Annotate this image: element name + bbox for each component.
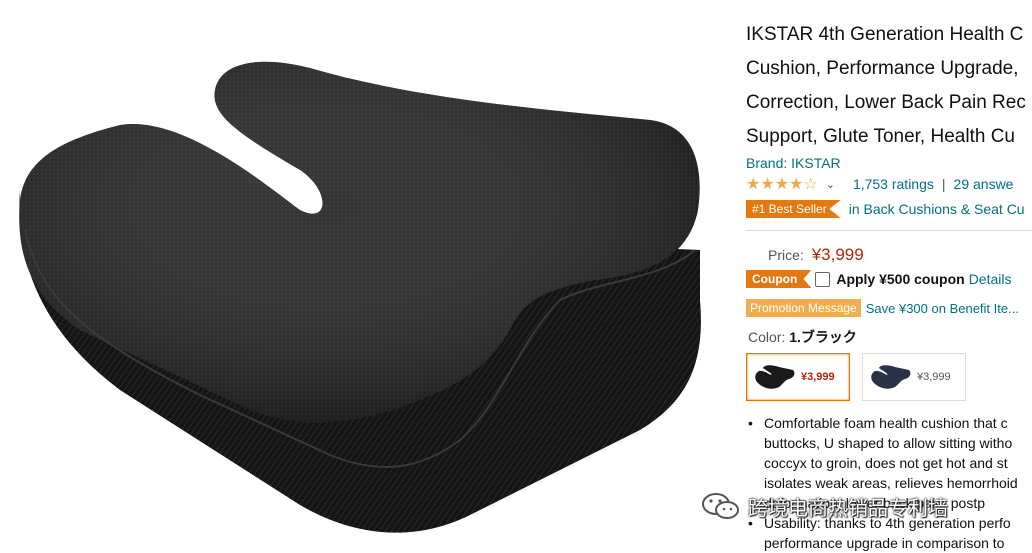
product-image[interactable] (0, 0, 735, 553)
feature-bullets: Comfortable foam health cushion that c b… (746, 413, 1032, 553)
promotion-badge: Promotion Message (746, 299, 861, 317)
price-value: ¥3,999 (811, 245, 864, 264)
wechat-icon (702, 493, 739, 519)
bullet-line: buttocks, U shaped to allow sitting with… (764, 435, 1013, 451)
bullet-line: coccyx to groin, does not get hot and st (764, 455, 1008, 471)
bullet-line: Comfortable foam health cushion that c (764, 415, 1008, 431)
bestseller-row: #1 Best Seller in Back Cushions & Seat C… (746, 200, 1025, 218)
bestseller-badge: #1 Best Seller (746, 200, 841, 218)
brand-link[interactable]: Brand: IKSTAR (746, 155, 841, 171)
cushion-thumbnail-icon (755, 365, 795, 389)
title-line: Correction, Lower Back Pain Rec (746, 92, 1026, 113)
coupon-row: Coupon Apply ¥500 coupon Details (746, 270, 1011, 288)
price-label: Price: (768, 247, 804, 263)
divider (746, 230, 1032, 231)
bullet-line: performance upgrade in comparison to (764, 535, 1005, 551)
separator: | (941, 176, 946, 192)
watermark: 跨境电商热销品专利墙 (700, 490, 948, 522)
color-label: Color: (748, 329, 786, 345)
swatch-price: ¥3,999 (917, 371, 951, 383)
rating-row: ★★★★☆ ⌄ 1,753 ratings | 29 answe (746, 174, 1013, 194)
price-row: Price: ¥3,999 (768, 245, 864, 265)
color-swatch-black[interactable]: ¥3,999 (746, 353, 850, 401)
watermark-text: 跨境电商热销品专利墙 (748, 497, 948, 520)
color-selector-label: Color: 1.ブラック (748, 327, 857, 347)
answers-link[interactable]: 29 answe (954, 176, 1014, 192)
cushion-thumbnail-icon (871, 365, 911, 389)
product-title[interactable]: IKSTAR 4th Generation Health C Cushion, … (746, 18, 1032, 154)
bestseller-category-link[interactable]: in Back Cushions & Seat Cu (849, 201, 1025, 217)
promo-row: Promotion Message Save ¥300 on Benefit I… (746, 299, 1019, 317)
coupon-details-link[interactable]: Details (969, 271, 1012, 287)
product-info-panel: IKSTAR 4th Generation Health C Cushion, … (746, 0, 1032, 553)
coupon-text[interactable]: Apply ¥500 coupon (836, 271, 964, 287)
coupon-badge: Coupon (746, 270, 812, 288)
color-value: 1.ブラック (789, 329, 857, 345)
swatch-price: ¥3,999 (801, 371, 835, 383)
chevron-down-icon[interactable]: ⌄ (826, 178, 835, 191)
color-swatch-navy[interactable]: ¥3,999 (862, 353, 966, 401)
promotion-link[interactable]: Save ¥300 on Benefit Ite... (866, 301, 1019, 316)
ratings-link[interactable]: 1,753 ratings (853, 176, 934, 192)
title-line: IKSTAR 4th Generation Health C (746, 24, 1024, 45)
coupon-checkbox[interactable] (815, 271, 831, 287)
title-line: Cushion, Performance Upgrade, (746, 58, 1019, 79)
title-line: Support, Glute Toner, Health Cu (746, 126, 1015, 147)
seat-cushion-image (19, 61, 701, 533)
star-rating-icon[interactable]: ★★★★☆ (746, 174, 818, 194)
